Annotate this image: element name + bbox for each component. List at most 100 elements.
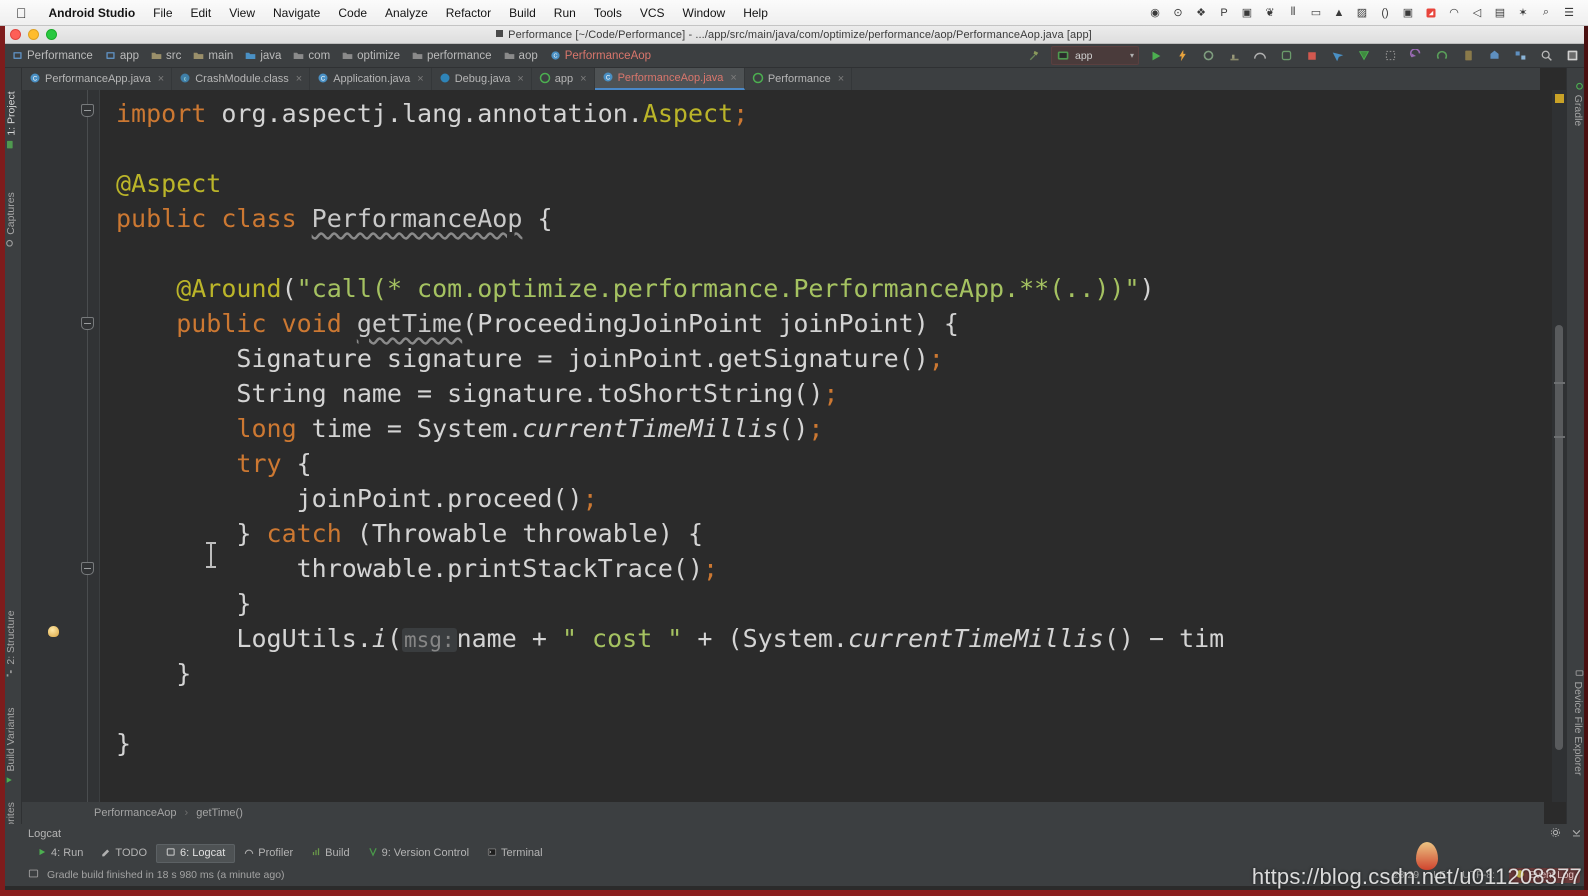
shortcuts-red-icon[interactable] — [1420, 3, 1442, 23]
code-editor[interactable]: import org.aspectj.lang.annotation.Aspec… — [22, 90, 1544, 802]
fold-marker-method[interactable] — [81, 317, 94, 330]
build-hammer-icon[interactable] — [1022, 45, 1046, 67]
fold-marker-import[interactable] — [81, 104, 94, 117]
editor-source-text[interactable]: import org.aspectj.lang.annotation.Aspec… — [100, 90, 1544, 802]
macos-menu-code[interactable]: Code — [329, 6, 376, 20]
code-line[interactable] — [100, 131, 1544, 166]
editor-tab-performanceaop-java[interactable]: C PerformanceAop.java × — [594, 68, 745, 90]
close-tab-icon[interactable]: × — [417, 73, 423, 85]
layout-inspector-icon[interactable] — [1378, 45, 1402, 67]
editor-tab-performance[interactable]: Performance × — [745, 68, 853, 90]
editor-tab-debug-java[interactable]: Debug.java × — [432, 68, 532, 90]
editor-tab-app[interactable]: app × — [532, 68, 595, 90]
breadcrumb-item-main[interactable]: main — [187, 50, 239, 62]
macos-menu-edit[interactable]: Edit — [182, 6, 221, 20]
debug-icon[interactable] — [1170, 45, 1194, 67]
search-icon[interactable]: ⌕ — [1535, 3, 1557, 23]
bottom-tab-build[interactable]: Build — [302, 845, 358, 862]
wifi-icon[interactable]: ◠ — [1443, 3, 1465, 23]
close-tab-icon[interactable]: × — [580, 73, 586, 85]
code-line[interactable]: } — [100, 586, 1544, 621]
close-tab-icon[interactable]: × — [158, 73, 164, 85]
code-line[interactable]: public class PerformanceAop { — [100, 201, 1544, 236]
editor-gutter[interactable] — [22, 90, 100, 802]
chevron-down-icon[interactable]: ▾ — [1130, 51, 1134, 60]
editor-tab-application-java[interactable]: C Application.java × — [310, 68, 432, 90]
apply-changes-icon[interactable] — [1274, 45, 1298, 67]
breadcrumb-item-src[interactable]: src — [145, 50, 187, 62]
battery-icon[interactable]: ▭ — [1305, 3, 1327, 23]
caret-position[interactable]: 23:29 — [1393, 869, 1419, 881]
control-center-icon[interactable]: ▤ — [1489, 3, 1511, 23]
run-icon[interactable] — [1144, 45, 1168, 67]
sdk-manager-icon[interactable] — [1352, 45, 1376, 67]
record-icon[interactable]: ◉ — [1144, 3, 1166, 23]
code-line[interactable]: long time = System.currentTimeMillis(); — [100, 411, 1544, 446]
code-line[interactable] — [100, 236, 1544, 271]
sidebar-item-structure[interactable]: 2: Structure — [5, 610, 17, 677]
file-encoding[interactable]: UTF-8: — [1462, 869, 1495, 881]
code-line[interactable] — [100, 691, 1544, 726]
breadcrumb-item-aop[interactable]: aop — [498, 50, 544, 62]
code-line[interactable]: @Aspect — [100, 166, 1544, 201]
monitor-icon[interactable]: ▣ — [1397, 3, 1419, 23]
code-line[interactable]: } — [100, 656, 1544, 691]
breadcrumb-item-performance[interactable]: Performance — [6, 50, 99, 62]
sidebar-item-build-variants[interactable]: Build Variants — [5, 707, 17, 784]
code-line[interactable]: throwable.printStackTrace(); — [100, 551, 1544, 586]
paragraph-icon[interactable]: P — [1213, 3, 1235, 23]
macos-menu-analyze[interactable]: Analyze — [376, 6, 437, 20]
bell-icon[interactable]: ▲ — [1328, 3, 1350, 23]
breadcrumb-item-performance[interactable]: performance — [406, 50, 498, 62]
sidebar-item-gradle[interactable]: Gradle — [1572, 82, 1584, 126]
code-line[interactable]: @Around("call(* com.optimize.performance… — [100, 271, 1544, 306]
code-line[interactable]: import org.aspectj.lang.annotation.Aspec… — [100, 96, 1544, 131]
flame-icon[interactable]: ❦ — [1259, 3, 1281, 23]
macos-menu-tools[interactable]: Tools — [585, 6, 631, 20]
run-configuration-selector[interactable]: app ▾ — [1051, 46, 1139, 65]
macos-menu-android-studio[interactable]: Android Studio — [40, 6, 145, 20]
code-line[interactable]: } catch (Throwable throwable) { — [100, 516, 1544, 551]
code-line[interactable]: } — [100, 726, 1544, 761]
code-line[interactable]: try { — [100, 446, 1544, 481]
sync-gradle-icon[interactable] — [1404, 45, 1428, 67]
breadcrumb-item-java[interactable]: java — [239, 50, 287, 62]
bottom-tab-6-logcat[interactable]: 6: Logcat — [156, 843, 236, 863]
attach-debugger-icon[interactable] — [1456, 45, 1480, 67]
breadcrumb-item-app[interactable]: app — [99, 50, 145, 62]
settings-icon[interactable] — [1560, 45, 1584, 67]
compass-icon[interactable]: ⊙ — [1167, 3, 1189, 23]
code-line[interactable]: joinPoint.proceed(); — [100, 481, 1544, 516]
macos-menu-navigate[interactable]: Navigate — [264, 6, 329, 20]
macos-menu-vcs[interactable]: VCS — [631, 6, 674, 20]
macos-menu-window[interactable]: Window — [674, 6, 735, 20]
parentheses-icon[interactable]: () — [1374, 3, 1396, 23]
debug-attach-icon[interactable] — [1196, 45, 1220, 67]
sidebar-item-device-file-explorer[interactable]: Device File Explorer — [1572, 669, 1584, 775]
breadcrumb-item-com[interactable]: com — [287, 50, 336, 62]
sidebar-item-captures[interactable]: Captures — [5, 192, 17, 248]
macos-menu-view[interactable]: View — [220, 6, 264, 20]
bookmark-icon[interactable]: ▣ — [1236, 3, 1258, 23]
apple-menu-icon[interactable]:  — [0, 6, 40, 20]
profile-icon[interactable] — [1248, 45, 1272, 67]
code-line[interactable]: String name = signature.toShortString(); — [100, 376, 1544, 411]
bottom-tab-9-version-control[interactable]: 9: Version Control — [359, 845, 478, 862]
sidebar-item-project[interactable]: 1: Project — [4, 91, 17, 149]
breadcrumb-class[interactable]: PerformanceAop — [94, 807, 177, 819]
coverage-icon[interactable] — [1222, 45, 1246, 67]
macos-menu-refactor[interactable]: Refactor — [437, 6, 500, 20]
editor-tab-performanceapp-java[interactable]: C PerformanceApp.java × — [22, 68, 173, 90]
bottom-tab-todo[interactable]: TODO — [92, 845, 156, 862]
intention-bulb-icon[interactable] — [48, 626, 59, 637]
list-icon[interactable]: ☰ — [1558, 3, 1580, 23]
breadcrumb-item-optimize[interactable]: optimize — [336, 50, 406, 62]
stop-icon[interactable] — [1300, 45, 1324, 67]
code-line[interactable]: Signature signature = joinPoint.getSigna… — [100, 341, 1544, 376]
volume-icon[interactable]: ◁ — [1466, 3, 1488, 23]
avd-manager-icon[interactable] — [1326, 45, 1350, 67]
editor-error-stripe[interactable] — [1552, 90, 1566, 802]
event-log-button[interactable]: Event Log — [1508, 867, 1580, 883]
code-line[interactable]: LogUtils.i(msg:name + " cost " + (System… — [100, 621, 1544, 656]
line-separator[interactable]: LF: — [1433, 869, 1448, 881]
